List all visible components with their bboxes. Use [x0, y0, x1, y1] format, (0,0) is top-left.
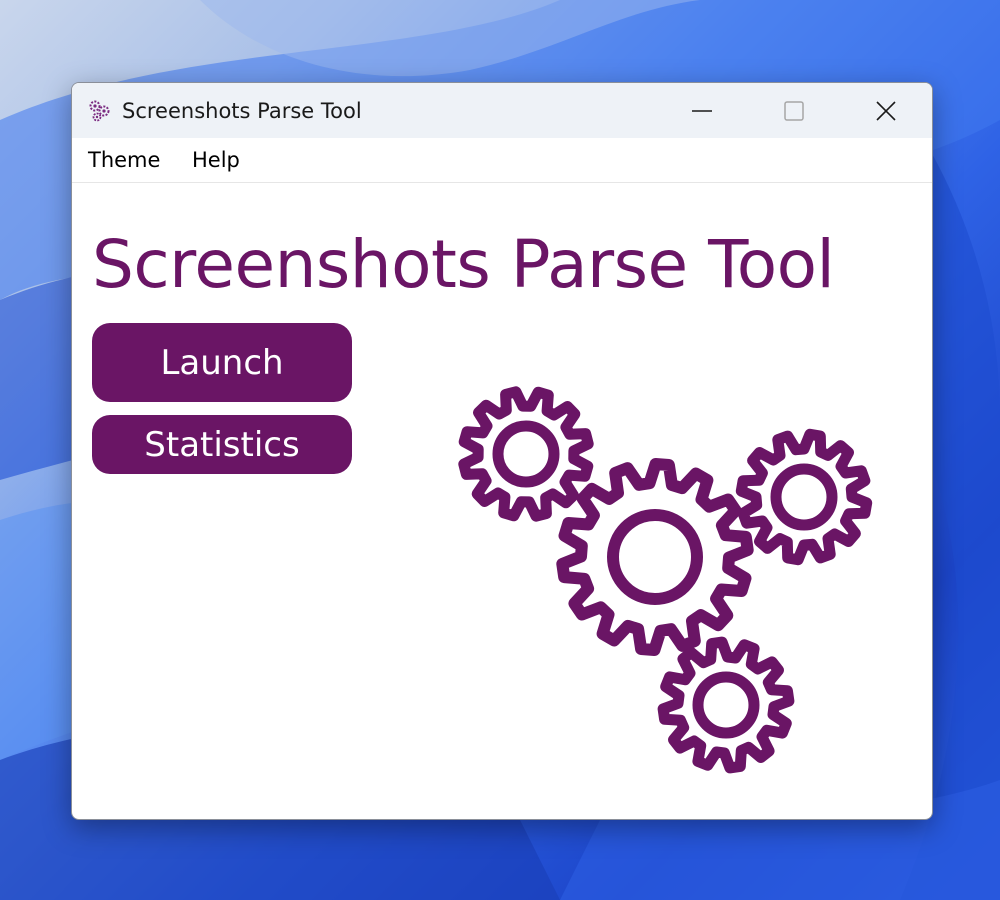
- gear-1-hole: [492, 420, 560, 488]
- maximize-button[interactable]: [748, 83, 840, 138]
- minimize-icon: [692, 109, 712, 112]
- gears-illustration: [458, 386, 873, 774]
- gear-4-hole: [692, 671, 760, 739]
- close-icon: [876, 100, 896, 121]
- title-bar[interactable]: Screenshots Parse Tool: [72, 83, 932, 138]
- menu-item-theme[interactable]: Theme: [88, 147, 160, 173]
- app-gears-icon: [89, 100, 110, 122]
- gear-4-icon: [657, 636, 795, 774]
- maximize-icon: [784, 100, 804, 121]
- launch-button[interactable]: Launch: [92, 323, 352, 402]
- close-button[interactable]: [840, 83, 932, 138]
- gear-3-icon: [556, 458, 754, 656]
- gear-1-icon: [458, 386, 594, 522]
- app-window: Screenshots Parse Tool Theme Help Screen…: [71, 82, 933, 820]
- statistics-button[interactable]: Statistics: [92, 415, 352, 474]
- window-title: Screenshots Parse Tool: [122, 99, 362, 123]
- gear-3-hole: [607, 509, 703, 605]
- minimize-button[interactable]: [656, 83, 748, 138]
- page-heading: Screenshots Parse Tool: [92, 226, 835, 303]
- gear-2-hole: [770, 463, 838, 531]
- menu-item-help[interactable]: Help: [192, 147, 240, 173]
- gear-2-icon: [735, 428, 873, 566]
- menu-bar: Theme Help: [72, 138, 932, 183]
